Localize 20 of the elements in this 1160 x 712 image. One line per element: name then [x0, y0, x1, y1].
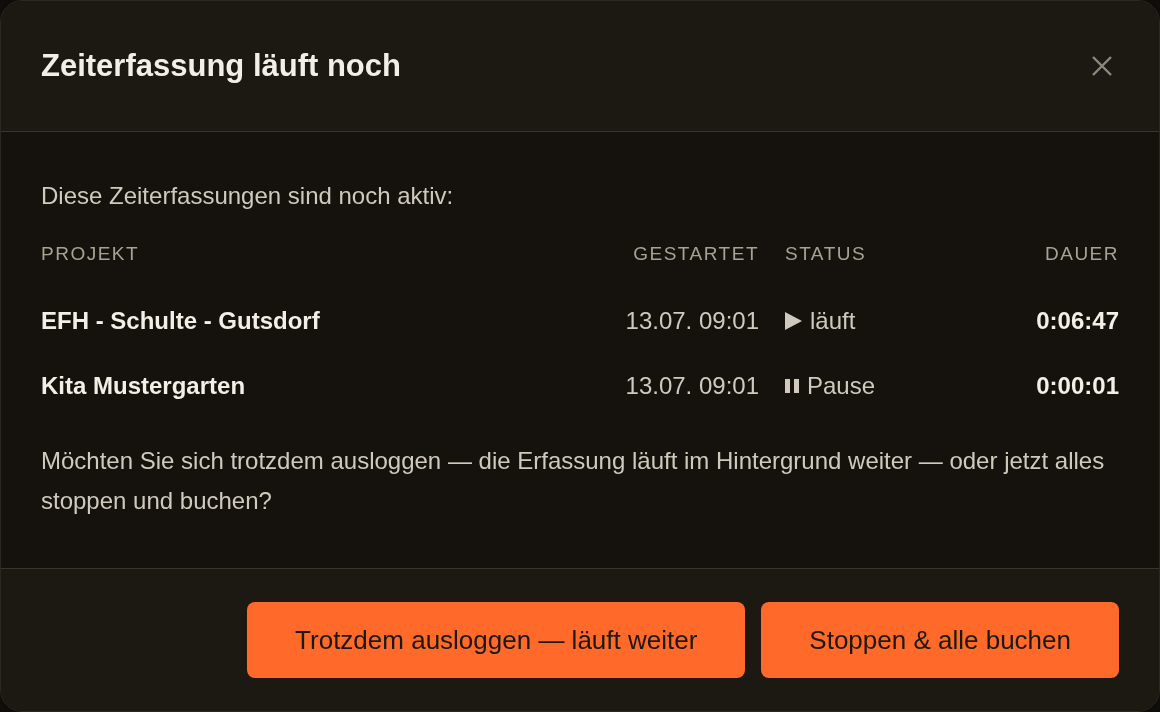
close-icon [1091, 55, 1113, 77]
question-text: Möchten Sie sich trotzdem ausloggen — die Erfassung läuft im Hintergrund weiter — oder jetzt alles stoppen und buchen? [41, 445, 1106, 516]
duration: 0:06:47 [1035, 306, 1119, 336]
status-label: Pause [807, 371, 876, 401]
dialog-title: Zeiterfassung läuft noch [41, 47, 401, 85]
column-header: DAUER [1044, 242, 1119, 266]
column-header: STATUS [785, 242, 868, 266]
action-button[interactable]: Trotzdem ausloggen — läuft weiter [247, 602, 746, 678]
pause-icon [785, 379, 799, 393]
play-icon [785, 312, 802, 330]
action-button[interactable]: Stoppen & alle buchen [761, 602, 1119, 678]
duration: 0:00:01 [1035, 371, 1119, 401]
project-name: Kita Mustergarten [41, 371, 247, 401]
intro-text: Diese Zeiterfassungen sind noch aktiv: [41, 181, 455, 211]
column-header: PROJEKT [41, 242, 141, 266]
start-time: 13.07. 09:01 [624, 371, 759, 401]
status-label: läuft [810, 306, 856, 336]
project-name: EFH - Schulte - Gutsdorf [41, 306, 321, 336]
column-header: GESTARTET [632, 242, 759, 266]
start-time: 13.07. 09:01 [624, 306, 759, 336]
